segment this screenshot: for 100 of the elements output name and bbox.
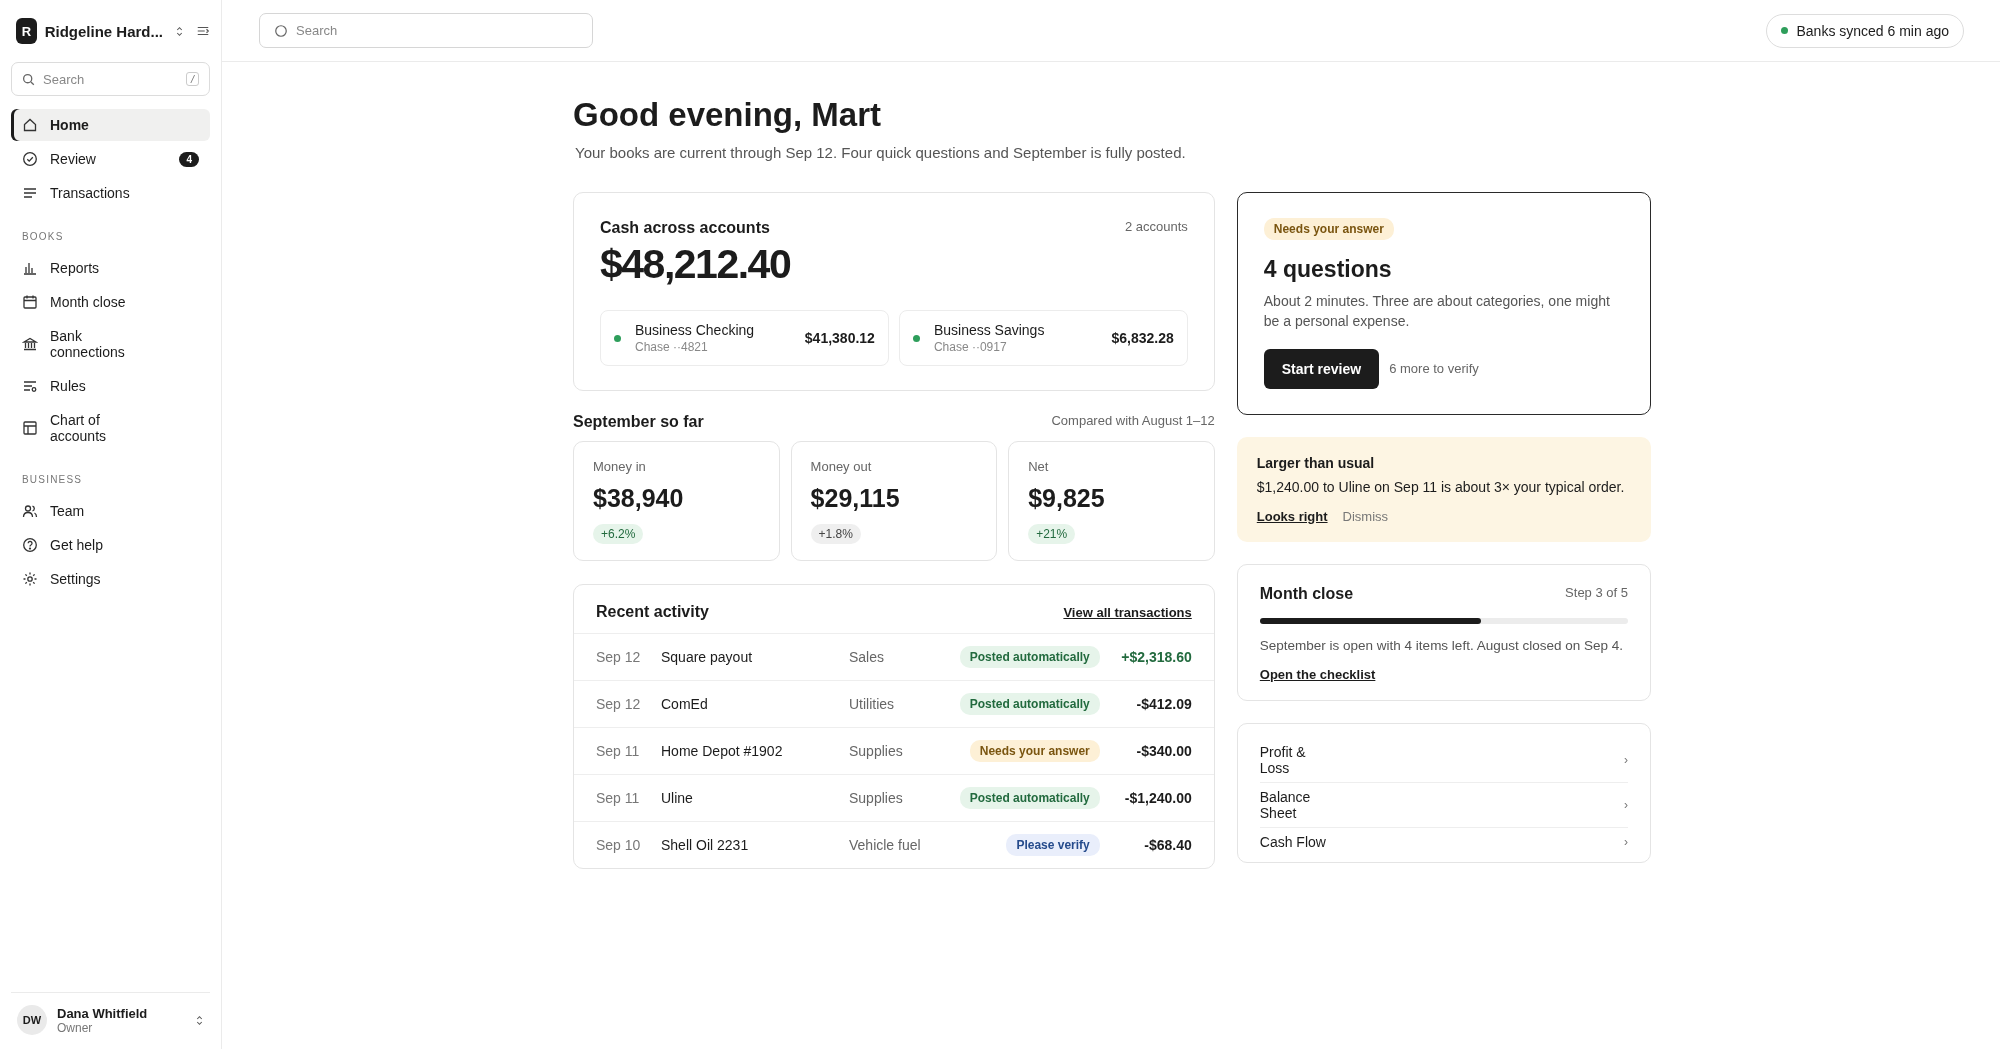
transaction-row[interactable]: Sep 10 Shell Oil 2231 Vehicle fuel Please verify -$68.40	[574, 822, 1214, 868]
calendar-icon	[22, 294, 38, 310]
home-icon	[22, 117, 38, 133]
nav-item[interactable]: Team	[11, 495, 210, 527]
transaction-category: Supplies	[848, 743, 904, 759]
stat-label: Money out	[810, 459, 872, 474]
user-avatar: DW	[17, 1005, 47, 1035]
rules-icon	[22, 378, 38, 394]
transaction-row[interactable]: Sep 12 Square payout Sales Posted automatically +$2,318.60	[574, 634, 1214, 681]
transaction-payee: Square payout	[661, 649, 754, 665]
transaction-date: Sep 11	[596, 743, 641, 759]
change-badge: +21%	[1028, 524, 1076, 544]
user-menu[interactable]: DW Dana Whitfield Owner	[11, 992, 210, 1049]
status-badge: Please verify	[1006, 834, 1100, 856]
report-link[interactable]: Profit & Loss ›	[1259, 737, 1628, 783]
transaction-payee: Uline	[661, 790, 694, 806]
status-badge: Needs your answer	[1263, 218, 1394, 240]
status-badge: Posted automatically	[959, 646, 1100, 668]
search-icon	[274, 23, 288, 38]
transaction-amount: -$340.00	[1135, 743, 1192, 759]
card-title: Month close	[1259, 584, 1354, 603]
nav-item[interactable]: Review 4	[11, 143, 210, 175]
checklist-link[interactable]: Open the checklist	[1259, 666, 1376, 682]
greeting-subtitle: Your books are current through Sep 12. Four quick questions and September is fully posted.	[575, 144, 1187, 161]
card-text: About 2 minutes. Three are about categories, one might be a personal expense.	[1263, 292, 1611, 332]
comparison-note: Compared with August 1–12	[1051, 413, 1215, 428]
stat-label: Money in	[593, 459, 646, 474]
report-link[interactable]: Balance Sheet ›	[1259, 782, 1628, 828]
transaction-category: Sales	[848, 649, 886, 665]
help-icon	[22, 537, 38, 553]
user-name: Dana Whitfield	[57, 1005, 149, 1021]
account-detail: Chase ··4821	[635, 340, 709, 354]
status-badge: Posted automatically	[959, 787, 1100, 809]
view-all-link[interactable]: View all transactions	[1063, 604, 1192, 620]
settings-icon	[22, 571, 38, 587]
start-review-button[interactable]: Start review	[1263, 348, 1380, 389]
report-link[interactable]: Cash Flow ›	[1259, 827, 1628, 856]
account-card[interactable]: Business Savings Chase ··0917 $6,832.28	[898, 310, 1188, 366]
card-title: Cash across accounts	[600, 219, 770, 237]
chevron-icon: ›	[1624, 797, 1628, 812]
looks-right-link[interactable]: Looks right	[1256, 508, 1328, 524]
change-badge: +6.2%	[593, 524, 644, 544]
nav-item[interactable]: Chart of accounts	[11, 404, 210, 452]
transaction-row[interactable]: Sep 11 Home Depot #1902 Supplies Needs your answer -$340.00	[574, 728, 1214, 775]
nav-item[interactable]: Transactions	[11, 177, 210, 209]
check-circle-icon	[22, 151, 38, 167]
account-balance: $6,832.28	[1111, 330, 1174, 346]
bar-chart-icon	[22, 260, 38, 276]
alert-text: $1,240.00 to Uline on Sep 11 is about 3× your typical order.	[1256, 478, 1626, 495]
transaction-category: Utilities	[848, 696, 896, 712]
collapse-sidebar-icon[interactable]	[196, 24, 210, 38]
transaction-row[interactable]: Sep 11 Uline Supplies Posted automatically -$1,240.00	[574, 775, 1214, 822]
cash-total: $48,212.40	[600, 241, 792, 288]
transaction-payee: Shell Oil 2231	[661, 837, 750, 853]
verify-note: 6 more to verify	[1389, 361, 1479, 377]
nav-item[interactable]: Month close	[11, 286, 210, 318]
nav-item[interactable]: Settings	[11, 563, 210, 595]
account-balance: $41,380.12	[804, 330, 875, 346]
bank-icon	[22, 336, 38, 352]
nav-item[interactable]: Reports	[11, 252, 210, 284]
nav-item[interactable]: Rules	[11, 370, 210, 402]
account-name: Business Checking	[635, 322, 756, 338]
transaction-date: Sep 12	[596, 696, 642, 712]
alert-title: Larger than usual	[1256, 454, 1376, 471]
account-detail: Chase ··0917	[933, 340, 1008, 354]
sync-text: Banks synced 6 min ago	[1796, 22, 1949, 39]
stat-label: Net	[1028, 459, 1049, 474]
search-icon	[22, 72, 35, 86]
card-text: September is open with 4 items left. August closed on Sep 4.	[1259, 637, 1623, 653]
chevron-icon: ›	[1624, 752, 1628, 767]
nav-item[interactable]: Get help	[11, 529, 210, 561]
card-title: Recent activity	[596, 603, 709, 621]
people-icon	[22, 503, 38, 519]
transaction-amount: -$412.09	[1135, 696, 1192, 712]
workspace-logo: R	[16, 18, 37, 44]
transaction-date: Sep 12	[596, 649, 642, 665]
count-badge: 4	[179, 151, 199, 167]
sidebar-search-field[interactable]: Search /	[11, 62, 210, 96]
list-icon	[22, 185, 38, 201]
switcher-icon	[195, 1013, 204, 1027]
nav-item[interactable]: Home	[11, 109, 210, 141]
account-name: Business Savings	[933, 322, 1046, 338]
change-badge: +1.8%	[810, 524, 861, 544]
transaction-amount: +$2,318.60	[1120, 649, 1192, 665]
status-badge: Needs your answer	[969, 740, 1100, 762]
transaction-payee: Home Depot #1902	[661, 743, 784, 759]
search-field[interactable]: Search	[259, 13, 593, 48]
stat-value: $29,115	[810, 484, 900, 513]
transaction-category: Vehicle fuel	[848, 837, 922, 853]
switcher-icon[interactable]	[175, 24, 184, 38]
workspace-name[interactable]: Ridgeline Hard...	[44, 22, 163, 40]
transaction-date: Sep 10	[596, 837, 642, 853]
step-label: Step 3 of 5	[1565, 584, 1628, 600]
transaction-amount: -$68.40	[1143, 837, 1192, 853]
account-card[interactable]: Business Checking Chase ··4821 $41,380.12	[600, 310, 889, 366]
transaction-row[interactable]: Sep 12 ComEd Utilities Posted automatically -$412.09	[574, 681, 1214, 728]
nav-item[interactable]: Bank connections	[11, 320, 210, 368]
section-title: September so far	[573, 413, 704, 431]
dismiss-link[interactable]: Dismiss	[1342, 508, 1389, 524]
shortcut-key: /	[185, 72, 199, 86]
